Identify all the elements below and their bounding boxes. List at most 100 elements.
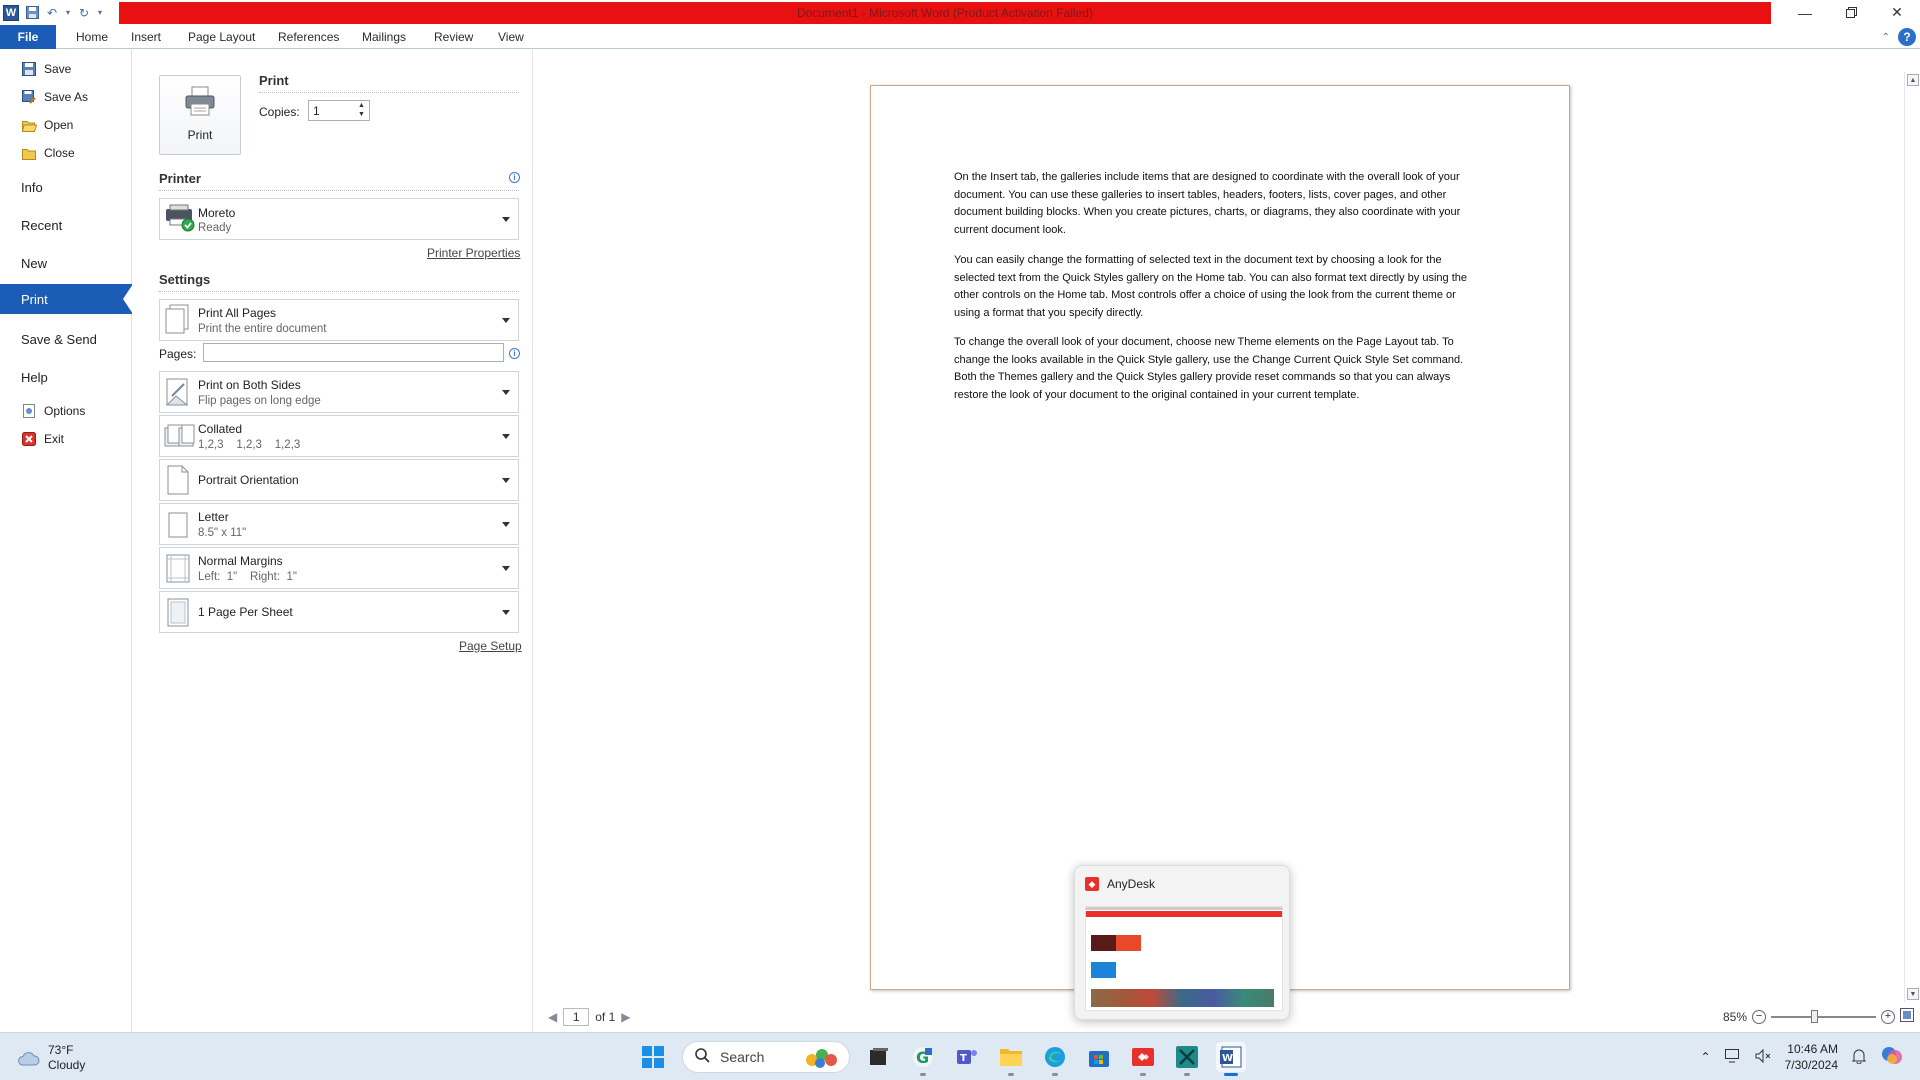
tab-review[interactable]: Review	[426, 25, 481, 49]
tab-home[interactable]: Home	[68, 25, 116, 49]
printer-properties-link[interactable]: Printer Properties	[427, 246, 520, 260]
display-icon[interactable]	[1724, 1048, 1741, 1066]
divider	[159, 190, 519, 191]
clock-time: 10:46 AM	[1787, 1042, 1838, 1056]
nav-recent[interactable]: Recent	[0, 210, 132, 240]
pages-per-sheet-dropdown[interactable]: 1 Page Per Sheet	[159, 591, 519, 633]
file-explorer-icon[interactable]	[996, 1042, 1026, 1076]
sheet-icon	[164, 596, 194, 628]
volume-muted-icon[interactable]	[1755, 1048, 1771, 1066]
taskbar-preview-popup[interactable]: ◆ AnyDesk	[1074, 865, 1290, 1020]
redo-icon[interactable]: ↻	[77, 6, 91, 20]
tab-mailings[interactable]: Mailings	[354, 25, 414, 49]
close-window-icon[interactable]: ✕	[1874, 0, 1920, 25]
help-icon[interactable]: ?	[1898, 28, 1916, 46]
pages-input[interactable]	[203, 343, 504, 362]
restore-icon[interactable]	[1828, 0, 1874, 25]
nav-exit[interactable]: Exit	[0, 427, 132, 451]
previous-page-icon[interactable]: ◀	[548, 1010, 557, 1024]
preview-paragraph: You can easily change the formatting of …	[954, 254, 1467, 319]
copies-field[interactable]: 1 ▲ ▼	[308, 100, 370, 121]
undo-icon[interactable]: ↶	[45, 6, 59, 20]
print-section-title: Print	[259, 73, 289, 88]
margins-dropdown[interactable]: Normal Margins Left: 1" Right: 1"	[159, 547, 519, 589]
save-icon[interactable]	[25, 6, 39, 20]
minimize-ribbon-icon[interactable]: ⌃	[1882, 32, 1890, 43]
scroll-down-icon[interactable]: ▼	[1907, 988, 1919, 1000]
zoom-slider-thumb[interactable]	[1810, 1009, 1818, 1023]
nav-close[interactable]: Close	[0, 141, 132, 165]
clock[interactable]: 10:46 AM 7/30/2024	[1785, 1041, 1838, 1073]
collate-icon	[164, 420, 195, 452]
nav-open-label: Open	[44, 118, 74, 132]
printer-dropdown[interactable]: Moreto Ready	[159, 198, 519, 240]
tab-page-layout[interactable]: Page Layout	[180, 25, 263, 49]
nav-print[interactable]: Print	[0, 284, 133, 314]
tab-file[interactable]: File	[0, 25, 56, 49]
print-range-dropdown[interactable]: Print All Pages Print the entire documen…	[159, 299, 519, 341]
nav-close-label: Close	[44, 146, 75, 160]
zoom-level[interactable]: 85%	[1723, 1010, 1747, 1024]
grammarly-icon[interactable]: G	[908, 1042, 938, 1076]
zoom-out-icon[interactable]: −	[1752, 1009, 1766, 1024]
orientation-dropdown[interactable]: Portrait Orientation	[159, 459, 519, 501]
spin-down-icon[interactable]: ▼	[358, 111, 367, 119]
paper-size-dropdown[interactable]: Letter 8.5" x 11"	[159, 503, 519, 545]
next-page-icon[interactable]: ▶	[621, 1010, 630, 1024]
nav-new[interactable]: New	[0, 248, 132, 278]
info-icon[interactable]: i	[509, 172, 520, 183]
nav-save[interactable]: Save	[0, 57, 132, 81]
nav-help[interactable]: Help	[0, 362, 132, 392]
nav-save-as-label: Save As	[44, 90, 89, 104]
notification-bell-icon[interactable]	[1851, 1048, 1867, 1067]
save-icon	[21, 61, 37, 77]
zoom-to-page-icon[interactable]	[1900, 1008, 1914, 1025]
zoom-in-icon[interactable]: +	[1881, 1009, 1895, 1024]
tab-view[interactable]: View	[490, 25, 532, 49]
current-page-field[interactable]: 1	[563, 1008, 590, 1026]
page-setup-link[interactable]: Page Setup	[459, 639, 522, 653]
chevron-up-icon[interactable]: ⌃	[1701, 1050, 1711, 1064]
scroll-up-icon[interactable]: ▲	[1907, 74, 1919, 86]
nav-open[interactable]: Open	[0, 113, 132, 137]
taskbar-search[interactable]: Search	[682, 1041, 850, 1073]
weather-widget[interactable]: 73°F Cloudy	[16, 1043, 85, 1073]
task-view-icon[interactable]	[864, 1042, 894, 1072]
printer-name: Moreto	[198, 206, 236, 220]
start-icon[interactable]	[638, 1042, 668, 1072]
window-thumbnail[interactable]	[1085, 906, 1283, 1011]
nav-info[interactable]: Info	[0, 172, 132, 202]
chevron-down-icon	[502, 434, 510, 439]
vertical-scrollbar[interactable]: ▲ ▼	[1904, 72, 1920, 1002]
minimize-icon[interactable]: —	[1782, 0, 1828, 25]
edge-icon[interactable]	[1040, 1042, 1070, 1076]
tab-insert[interactable]: Insert	[123, 25, 169, 49]
store-icon[interactable]	[1084, 1042, 1114, 1072]
margins-title: Normal Margins	[198, 554, 283, 568]
undo-dropdown-icon[interactable]: ▾	[65, 6, 71, 20]
duplex-title: Print on Both Sides	[198, 378, 301, 392]
nav-options[interactable]: Options	[0, 399, 132, 423]
customize-qat-icon[interactable]: ▾	[97, 6, 103, 20]
anydesk-taskbar-icon[interactable]	[1128, 1042, 1158, 1076]
copies-stepper[interactable]: ▲ ▼	[358, 102, 367, 119]
zoom-slider[interactable]	[1771, 1009, 1876, 1023]
teams-icon[interactable]: T	[952, 1042, 982, 1072]
snipping-tool-icon[interactable]	[1172, 1042, 1202, 1076]
word-taskbar-icon[interactable]: W	[1216, 1042, 1246, 1076]
spin-up-icon[interactable]: ▲	[358, 102, 367, 110]
copies-value: 1	[313, 103, 320, 118]
copilot-icon[interactable]	[1880, 1044, 1904, 1071]
margins-subtitle: Left: 1" Right: 1"	[198, 571, 297, 583]
info-icon[interactable]: i	[509, 348, 520, 359]
collate-dropdown[interactable]: Collated 1,2,3 1,2,3 1,2,3	[159, 415, 519, 457]
print-button[interactable]: Print	[159, 75, 241, 155]
nav-save-send[interactable]: Save & Send	[0, 324, 132, 354]
page-navigator: ◀ 1 of 1 ▶	[548, 1008, 630, 1026]
nav-save-as[interactable]: Save As	[0, 85, 132, 109]
divider	[159, 291, 519, 292]
tab-references[interactable]: References	[270, 25, 347, 49]
duplex-dropdown[interactable]: Print on Both Sides Flip pages on long e…	[159, 371, 519, 413]
quick-access-toolbar: W ↶ ▾ ↻ ▾	[0, 0, 103, 25]
word-logo-icon[interactable]: W	[3, 4, 19, 21]
